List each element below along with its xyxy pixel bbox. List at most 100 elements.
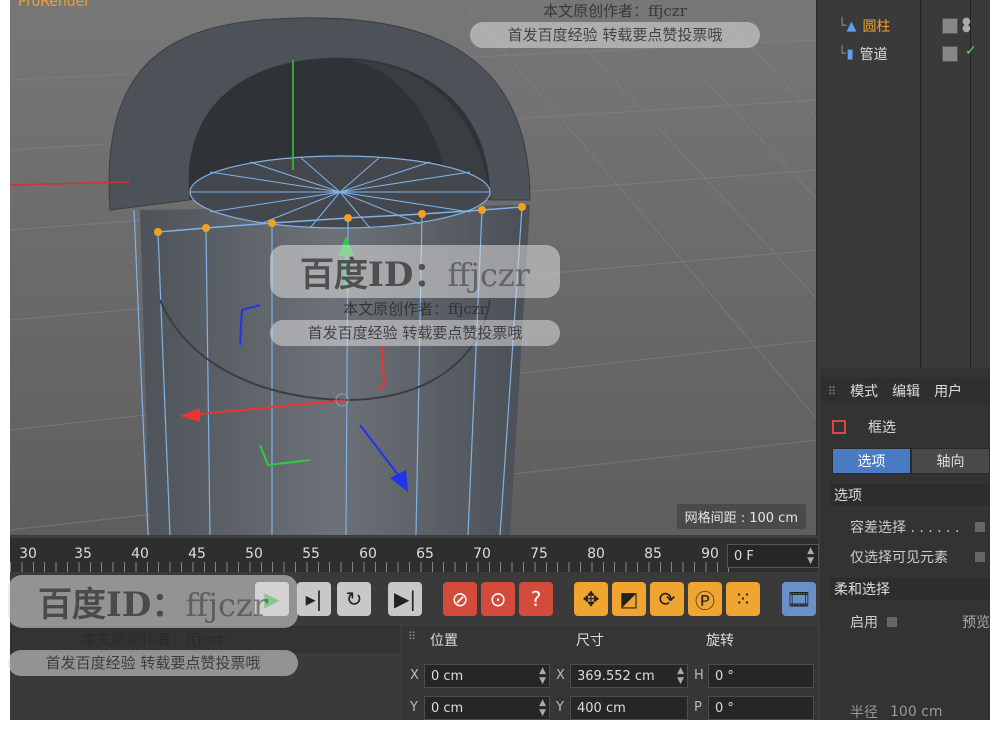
rotate-icon: ⟳: [658, 587, 676, 611]
axis-label: X: [410, 668, 419, 683]
scale-key-button[interactable]: ◩: [612, 582, 646, 616]
menu-user[interactable]: 用户: [934, 381, 962, 401]
tool-name: 框选: [868, 420, 896, 436]
play-icon: ▶: [264, 587, 280, 611]
tick-label: 40: [131, 546, 149, 562]
point-level-button[interactable]: ⁙: [726, 582, 760, 616]
rotation-h-value: 0 °: [715, 668, 734, 684]
axis-label: Y: [410, 700, 418, 715]
grid-dots-icon: ⁙: [734, 587, 752, 611]
tolerance-option: 容差选择 . . . . . .: [850, 517, 990, 537]
section-options[interactable]: 选项: [830, 484, 990, 506]
radius-field[interactable]: 半径 100 cm: [850, 702, 990, 720]
move-icon: ✥: [582, 587, 600, 611]
tolerance-checkbox[interactable]: [974, 521, 986, 533]
grip-icon: ⠿: [828, 384, 837, 398]
record-keyframe-button[interactable]: ⊘: [443, 582, 477, 616]
tick-label: 45: [188, 546, 206, 562]
radius-value: 100 cm: [890, 704, 943, 720]
scale-icon: ◩: [619, 587, 639, 611]
object-label: 圆柱: [862, 19, 891, 35]
rotation-h-field[interactable]: 0 °: [708, 664, 814, 688]
size-x-value: 369.552 cm: [577, 668, 655, 684]
object-label: 管道: [859, 47, 888, 63]
enable-option: 启用 预览: [850, 612, 990, 632]
tab-axis[interactable]: 轴向: [911, 448, 990, 474]
tool-header: 框选: [820, 412, 990, 442]
axis-label: Y: [556, 700, 564, 715]
position-x-value: 0 cm: [431, 668, 464, 684]
layer-tag[interactable]: [942, 46, 958, 62]
checkmark-icon[interactable]: ✓: [965, 43, 977, 59]
object-manager: └ ▲ 圆柱 ● ● └ ▮ 管道 ✓: [820, 0, 990, 368]
move-key-button[interactable]: ✥: [574, 582, 608, 616]
axis-label: X: [556, 668, 565, 683]
rotation-p-field[interactable]: 0 °: [708, 696, 814, 720]
current-frame-field[interactable]: 0 F ▲ ▼: [727, 544, 819, 568]
param-key-button[interactable]: Ⓟ: [688, 582, 722, 616]
object-item-cylinder[interactable]: └ ▲ 圆柱: [838, 14, 890, 38]
current-frame-value: 0 F: [734, 548, 754, 564]
key-icon: ⊘: [451, 587, 469, 611]
tick-label: 35: [74, 546, 92, 562]
tick-label: 30: [19, 546, 37, 562]
step-forward-icon: ▸|: [305, 587, 323, 611]
loop-button[interactable]: ↻: [337, 582, 371, 616]
enable-label: 启用: [850, 615, 878, 631]
object-item-tube[interactable]: └ ▮ 管道: [838, 42, 888, 66]
size-x-field[interactable]: 369.552 cm ▲ ▼: [570, 664, 688, 688]
cylinder-icon: ▲: [846, 18, 857, 34]
go-to-end-button[interactable]: ▶|: [388, 582, 422, 616]
tick-label: 90: [701, 546, 719, 562]
visible-only-option: 仅选择可见元素: [850, 547, 990, 567]
timeline-ruler[interactable]: 30 35 40 45 50 55 60 65 70 75 80 85 90: [10, 538, 818, 572]
tab-options[interactable]: 选项: [832, 448, 911, 474]
next-frame-button[interactable]: ▸|: [297, 582, 331, 616]
viewport-title: ProRender: [18, 0, 91, 10]
position-header: 位置: [430, 633, 458, 649]
attribute-tabs: 选项 轴向: [832, 448, 990, 474]
position-x-field[interactable]: 0 cm ▲ ▼: [424, 664, 550, 688]
material-menu-bar: [10, 627, 400, 653]
film-icon: 🎞: [786, 587, 812, 611]
tick-label: 50: [245, 546, 263, 562]
timeline-window-button[interactable]: 🎞: [782, 582, 816, 616]
enable-checkbox[interactable]: [886, 616, 898, 628]
question-icon: ?: [530, 587, 542, 611]
stepper-icon: ▲ ▼: [807, 546, 814, 566]
preview-label: 预览: [962, 615, 990, 631]
size-y-field[interactable]: 400 cm: [570, 696, 688, 720]
tick-label: 80: [587, 546, 605, 562]
tick-label: 70: [473, 546, 491, 562]
rectangle-select-icon: [832, 420, 846, 434]
grid-spacing-label: 网格间距 : 100 cm: [676, 504, 806, 529]
position-y-value: 0 cm: [431, 700, 464, 716]
tick-label: 75: [530, 546, 548, 562]
attribute-menu: ⠿ 模式 编辑 用户: [820, 378, 990, 404]
menu-edit[interactable]: 编辑: [892, 381, 920, 401]
position-y-field[interactable]: 0 cm ▲ ▼: [424, 696, 550, 720]
coordinates-manager: ⠿ 位置 尺寸 旋转 X 0 cm ▲ ▼ X 369.552 cm ▲ ▼ H 0 °…: [402, 626, 818, 720]
visibility-dots[interactable]: ● ●: [962, 17, 971, 34]
visible-only-label: 仅选择可见元素: [850, 550, 948, 566]
rotation-header: 旋转: [706, 633, 734, 649]
menu-mode[interactable]: 模式: [850, 381, 878, 401]
tick-label: 60: [359, 546, 377, 562]
section-soft-selection[interactable]: 柔和选择: [830, 578, 990, 600]
transport-bar: ▶ ▸| ↻ ▶| ⊘ ⊙ ? ✥ ◩ ⟳ Ⓟ ⁙ 🎞: [10, 574, 818, 624]
layer-tag[interactable]: [942, 18, 958, 34]
axis-label: H: [694, 668, 704, 683]
cinema4d-window: ProRender 网格间距 : 100 cm └ ▲ 圆柱 ● ● └ ▮ 管道…: [10, 0, 990, 720]
tube-icon: ▮: [846, 46, 854, 62]
stepper-icon: ▲ ▼: [539, 698, 546, 718]
3d-viewport[interactable]: ProRender 网格间距 : 100 cm: [10, 0, 818, 535]
tolerance-label: 容差选择 . . . . . .: [850, 520, 960, 536]
skip-end-icon: ▶|: [393, 587, 417, 611]
visible-only-checkbox[interactable]: [974, 551, 986, 563]
ruler-ticks: [10, 562, 730, 572]
keyframe-help-button[interactable]: ?: [519, 582, 553, 616]
rotate-key-button[interactable]: ⟳: [650, 582, 684, 616]
column-divider: [920, 0, 921, 368]
autokey-button[interactable]: ⊙: [481, 582, 515, 616]
play-button[interactable]: ▶: [255, 582, 289, 616]
